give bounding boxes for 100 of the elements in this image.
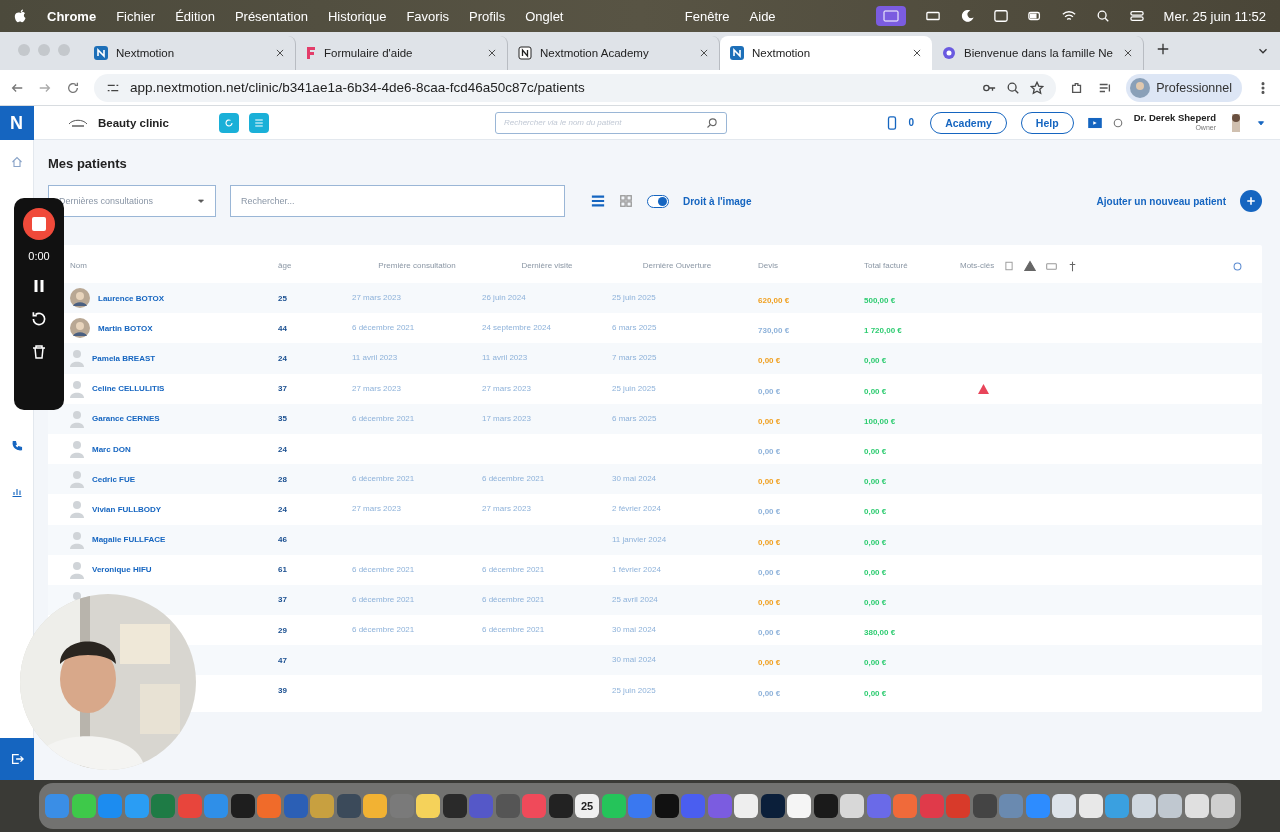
notion-icon [518,46,532,60]
browser-tab[interactable]: Nextmotion [720,36,932,70]
search-icon[interactable] [1095,9,1110,23]
close-icon[interactable] [487,48,497,58]
patient-name[interactable]: Garance CERNES [92,414,160,424]
wifi-icon[interactable] [1061,9,1076,23]
patient-name[interactable]: Vivian FULLBODY [92,504,162,514]
app-icon[interactable] [230,794,255,818]
reload-icon[interactable] [66,80,80,95]
app-icon[interactable] [601,794,626,818]
list-view-icon[interactable] [591,194,605,208]
clock[interactable]: Mer. 25 juin 11:52 [1163,8,1266,24]
app-icon[interactable] [1078,794,1103,818]
warning-icon [1024,260,1037,272]
restart-icon[interactable] [30,310,48,328]
app-icon[interactable] [548,794,573,818]
app-icon[interactable] [1184,794,1209,818]
menu-app-name[interactable]: Chrome [47,8,97,24]
control-center-icon[interactable] [1129,9,1144,23]
close-icon[interactable] [275,48,285,58]
close-icon[interactable] [912,48,922,58]
menu-item[interactable]: Profils [469,8,506,24]
menu-item[interactable]: Favoris [406,8,450,24]
add-patient-button[interactable] [1240,190,1262,212]
quote-cell: 0,00 € [758,658,781,668]
patient-name[interactable]: Pamela BREAST [92,353,156,363]
menu-item[interactable]: Édition [175,8,215,24]
list-app-icon[interactable] [248,112,269,133]
menu-item[interactable]: Aide [749,8,776,24]
close-icon[interactable] [699,48,709,58]
app-icon[interactable] [336,794,361,818]
app-icon[interactable] [787,794,811,818]
app-icon[interactable] [442,794,467,818]
app-icon[interactable] [416,794,440,818]
zoom-icon[interactable] [1006,80,1021,95]
stop-button[interactable] [23,208,55,240]
video-icon[interactable] [1087,115,1102,130]
new-tab-icon[interactable] [1156,42,1170,56]
app-icon[interactable] [1211,794,1235,818]
app-icon[interactable] [654,794,679,818]
date-cell-text: 6 décembre 2021 [352,322,416,335]
image-rights-toggle[interactable] [647,194,669,208]
input-source-icon[interactable] [993,9,1008,23]
user-name: Dr. Derek Sheperd [1133,113,1216,124]
column-header: Première consultation [377,260,457,272]
chart-icon[interactable] [10,486,23,498]
keyboard-icon[interactable] [925,9,940,23]
moon-icon[interactable] [959,9,974,23]
header-button[interactable]: Academy [930,111,1007,134]
grid-view-icon[interactable] [619,194,633,208]
patient-name[interactable]: Martin BOTOX [98,323,153,333]
app-logo[interactable]: N [0,106,34,140]
app-icon[interactable] [1131,794,1156,818]
profile-button[interactable]: Professionnel [1126,73,1242,102]
menu-item[interactable]: Fenêtre [684,8,730,24]
menu-item[interactable]: Présentation [234,8,308,24]
app-icon[interactable] [1052,794,1076,818]
address-bar[interactable]: app.nextmotion.net/clinic/b341ae1a-6b34-4de6-8caa-fcd46a50c87c/patients [94,73,1057,102]
menu-item[interactable]: Onglet [525,8,564,24]
app-icon[interactable] [1158,794,1182,818]
date-cell-text: 27 mars 2023 [482,503,532,516]
patient-name[interactable]: Veronique HIFU [92,565,152,575]
app-icon[interactable]: 25 [575,794,599,818]
quote-cell: 0,00 € [758,597,781,607]
home-icon[interactable] [10,156,23,168]
phone-icon[interactable] [10,440,23,452]
total-cell: 0,00 € [864,507,887,517]
count: 0 [908,117,915,128]
battery-icon[interactable] [1027,9,1042,23]
app-icon[interactable] [734,794,758,818]
header-button[interactable]: Help [1020,111,1074,134]
app-icon[interactable] [218,112,239,133]
close-icon[interactable] [1123,48,1133,58]
patient-name[interactable]: Celine CELLULITIS [92,384,165,394]
date-cell-text: 11 avril 2023 [352,352,399,365]
app-icon[interactable] [71,794,96,818]
app-icon[interactable] [813,794,838,818]
app-icon[interactable] [363,794,387,818]
age-cell-text: 35 [278,414,288,424]
patient-name[interactable]: Marc DON [92,444,131,454]
date-cell-text: 6 décembre 2021 [352,473,416,486]
recording-time: 0:00 [28,250,50,262]
patient-name[interactable]: Magalie FULLFACE [92,535,166,545]
star-icon[interactable] [1030,80,1045,95]
avatar-placeholder [70,530,84,549]
apple-icon[interactable] [14,8,27,24]
logout-button[interactable] [0,738,34,780]
trash-icon[interactable] [31,344,47,360]
app-icon[interactable] [972,794,997,818]
age-cell-text: 44 [278,323,288,333]
patient-name[interactable]: Laurence BOTOX [98,293,165,303]
menu-item[interactable]: Fichier [116,8,156,24]
add-patient-link[interactable]: Ajouter un nouveau patient [1096,195,1226,207]
patient-name[interactable]: Cedric FUE [92,474,136,484]
menu-item[interactable]: Historique [327,8,387,24]
app-icon[interactable] [310,794,334,818]
app-icon[interactable] [760,794,785,818]
screen-share-icon[interactable] [875,6,906,26]
app-icon[interactable] [840,794,864,818]
column-header: Dernière visite [520,260,574,272]
